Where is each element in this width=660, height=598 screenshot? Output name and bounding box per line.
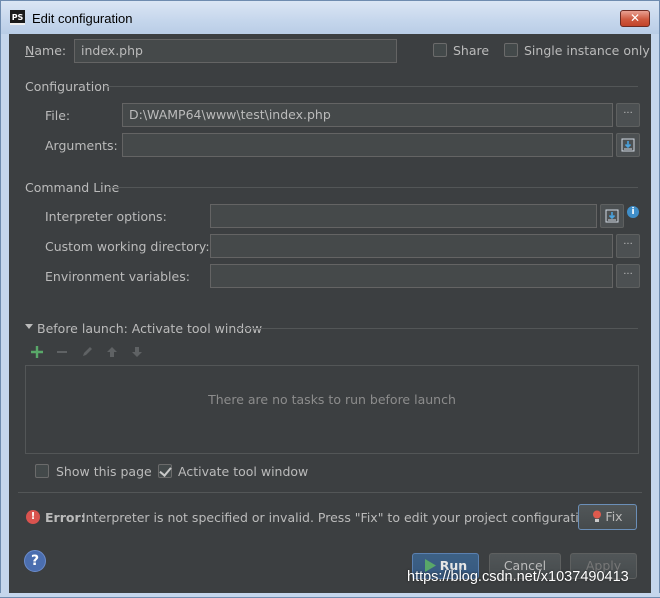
- interpreter-options-expand-button[interactable]: [600, 204, 624, 228]
- watermark-text: https://blog.csdn.net/x1037490413: [407, 569, 629, 585]
- window-close-button[interactable]: ✕: [620, 10, 650, 27]
- show-this-page-checkbox[interactable]: [35, 464, 49, 478]
- before-launch-separator: [235, 328, 638, 329]
- configuration-separator: [104, 86, 638, 87]
- name-label: Name:: [25, 43, 67, 58]
- command-line-separator: [109, 187, 638, 188]
- add-task-icon[interactable]: [30, 345, 44, 359]
- working-directory-input[interactable]: [210, 234, 613, 258]
- collapse-triangle-icon[interactable]: [25, 323, 33, 331]
- move-down-icon[interactable]: [130, 345, 144, 359]
- share-label: Share: [453, 43, 490, 58]
- interpreter-options-label: Interpreter options:: [45, 209, 167, 224]
- expand-field-icon: [621, 138, 635, 152]
- share-checkbox[interactable]: [433, 43, 447, 57]
- arguments-expand-button[interactable]: [616, 133, 640, 157]
- file-label: File:: [45, 108, 71, 123]
- help-icon[interactable]: ?: [24, 550, 46, 572]
- environment-variables-input[interactable]: [210, 264, 613, 288]
- file-browse-button[interactable]: ···: [616, 103, 640, 127]
- info-icon[interactable]: i: [627, 206, 639, 218]
- arguments-label: Arguments:: [45, 138, 118, 153]
- before-launch-task-list[interactable]: There are no tasks to run before launch: [25, 365, 639, 454]
- title-bar: PS Edit configuration ✕: [0, 0, 660, 34]
- error-prefix: Error:: [45, 510, 86, 525]
- interpreter-options-input[interactable]: [210, 204, 597, 228]
- remove-task-icon[interactable]: [55, 345, 69, 359]
- activate-tool-window-checkbox[interactable]: [158, 464, 172, 478]
- expand-field-icon: [605, 209, 619, 223]
- dialog-content: Name: index.php Share Single instance on…: [9, 34, 651, 593]
- single-instance-label: Single instance only: [524, 43, 650, 58]
- error-separator: [18, 492, 642, 493]
- fix-button[interactable]: Fix: [578, 504, 637, 530]
- environment-variables-browse-button[interactable]: ···: [616, 264, 640, 288]
- activate-tool-window-label: Activate tool window: [178, 464, 309, 479]
- name-input[interactable]: index.php: [74, 39, 397, 63]
- working-directory-browse-button[interactable]: ···: [616, 234, 640, 258]
- window-title: Edit configuration: [32, 11, 133, 26]
- edit-task-icon[interactable]: [80, 345, 94, 359]
- show-this-page-label: Show this page: [56, 464, 152, 479]
- configuration-heading: Configuration: [25, 79, 110, 94]
- before-launch-heading[interactable]: Before launch: Activate tool window: [37, 321, 262, 336]
- single-instance-checkbox[interactable]: [504, 43, 518, 57]
- move-up-icon[interactable]: [105, 345, 119, 359]
- lightbulb-icon: [593, 510, 602, 522]
- phpstorm-app-icon: PS: [10, 10, 25, 25]
- empty-tasks-text: There are no tasks to run before launch: [208, 392, 456, 407]
- error-icon: !: [26, 510, 40, 524]
- window-frame-left: [0, 34, 9, 598]
- arguments-input[interactable]: [122, 133, 613, 157]
- environment-variables-label: Environment variables:: [45, 269, 190, 284]
- command-line-heading: Command Line: [25, 180, 120, 195]
- window-frame-bottom: [0, 593, 660, 598]
- error-message: Interpreter is not specified or invalid.…: [82, 510, 599, 525]
- file-input[interactable]: D:\WAMP64\www\test\index.php: [122, 103, 613, 127]
- window-frame-right: [651, 34, 660, 598]
- fix-button-label: Fix: [605, 509, 623, 524]
- working-directory-label: Custom working directory:: [45, 239, 210, 254]
